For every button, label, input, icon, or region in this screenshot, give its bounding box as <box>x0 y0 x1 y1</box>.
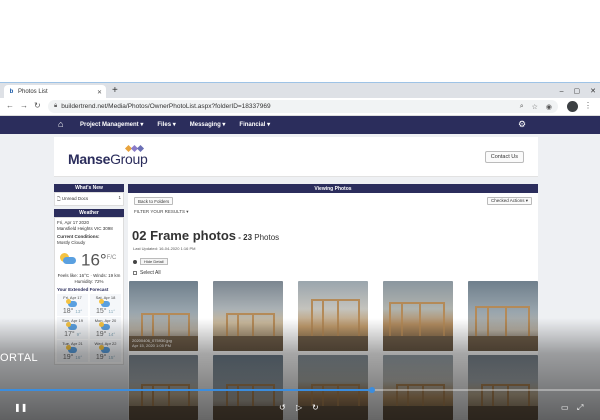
new-tab-button[interactable]: + <box>112 85 118 97</box>
select-all-label: Select All <box>140 270 161 276</box>
whats-new-count: 1 <box>118 195 121 200</box>
filter-results-toggle[interactable]: FILTER YOUR RESULTS ▾ <box>134 209 189 215</box>
partly-cloudy-icon <box>99 298 110 307</box>
buildertrend-favicon-icon: b <box>9 89 14 95</box>
nav-item-files[interactable]: Files ▾ <box>157 121 175 128</box>
select-all-checkbox[interactable] <box>133 271 137 275</box>
close-window-icon[interactable]: ✕ <box>590 87 596 95</box>
current-weather: 16°F/C <box>57 246 121 273</box>
browser-tab[interactable]: b Photos List ✕ <box>4 85 106 99</box>
star-icon[interactable]: ☆ <box>532 103 538 111</box>
home-icon[interactable]: ⌂ <box>58 119 63 129</box>
browser-toolbar: ← → ↻ 🔒︎ buildertrend.net/Media/Photos/O… <box>0 98 600 116</box>
nav-item-project-management[interactable]: Project Management ▾ <box>80 121 143 128</box>
reload-icon[interactable]: ↻ <box>34 101 41 110</box>
weather-header: Weather <box>54 209 124 217</box>
settings-gear-icon[interactable]: ⚙ <box>518 119 526 130</box>
app-nav-items: Project Management ▾ Files ▾ Messaging ▾… <box>80 121 270 128</box>
checked-actions-dropdown[interactable]: Checked Actions ▾ <box>486 197 532 205</box>
minimize-icon[interactable]: – <box>560 88 564 95</box>
nav-item-financial[interactable]: Financial ▾ <box>239 121 270 128</box>
profile-avatar-icon[interactable] <box>567 101 578 112</box>
forecast-title: Your Extended Forecast <box>57 286 109 292</box>
logo-text-rest: Group <box>110 151 148 167</box>
captions-icon[interactable]: ▭ <box>561 403 569 412</box>
whats-new-label: Unread Docs <box>61 196 89 201</box>
url-text: buildertrend.net/Media/Photos/OwnerPhoto… <box>61 103 271 110</box>
app-nav-bar: ⌂ Project Management ▾ Files ▾ Messaging… <box>0 116 600 134</box>
radio-icon <box>133 259 137 264</box>
fullscreen-icon[interactable]: ⤢ <box>577 403 583 413</box>
back-arrow-icon[interactable]: ← <box>6 101 14 110</box>
weather-details: Feels like: 16°C · Winds: 19 km <box>57 272 121 278</box>
forward-icon[interactable]: ↻ <box>312 403 319 412</box>
company-header: ManseGroup Contact Us <box>54 137 538 177</box>
close-tab-icon[interactable]: ✕ <box>97 89 102 96</box>
screen: b Photos List ✕ + – ▢ ✕ ← → ↻ 🔒︎ builder… <box>0 0 600 420</box>
forward-arrow-icon[interactable]: → <box>20 101 28 110</box>
weather-location: Mansfield Heights VIC 3098 <box>57 226 113 231</box>
photo-count: 23 <box>243 233 253 242</box>
browser-tab-bar: b Photos List ✕ + – ▢ ✕ <box>0 82 600 99</box>
partly-cloudy-icon <box>66 298 77 307</box>
forecast-day: Fri, Apr 17 18° 13° <box>57 293 88 316</box>
folder-title: 02 Frame photos - 23 Photos <box>132 228 280 243</box>
window-controls: – ▢ ✕ <box>560 83 596 99</box>
forecast-day-label: Sat, Apr 18 <box>95 294 116 300</box>
forecast-day-label: Fri, Apr 17 <box>63 294 82 300</box>
weather-humidity: Humidity: 72% <box>74 278 104 284</box>
play-icon[interactable]: ▷ <box>296 403 302 412</box>
tab-title: Photos List <box>18 89 48 95</box>
hide-detail-control[interactable]: Hide Detail <box>133 258 168 265</box>
logo-text-bold: Manse <box>68 151 111 167</box>
forecast-temps: 15° 11° <box>95 307 116 315</box>
progress-handle[interactable] <box>369 387 375 393</box>
video-progress-bar[interactable] <box>0 387 600 393</box>
browser-menu-icon[interactable]: ⋮ <box>584 101 592 110</box>
company-logo: ManseGroup <box>68 151 148 167</box>
progress-fill <box>0 389 372 391</box>
current-temp: 16°F/C <box>81 250 117 270</box>
address-bar[interactable]: 🔒︎ buildertrend.net/Media/Photos/OwnerPh… <box>48 100 558 113</box>
logo-diamond <box>136 144 145 153</box>
partly-cloudy-icon <box>59 253 77 265</box>
zoom-icon[interactable]: ⌕ <box>520 103 524 111</box>
lock-icon: 🔒︎ <box>54 103 58 109</box>
rewind-icon[interactable]: ↺ <box>279 403 286 412</box>
logo-diamonds-icon <box>124 144 145 153</box>
maximize-icon[interactable]: ▢ <box>574 87 581 95</box>
whats-new-header: What's New <box>54 184 124 192</box>
contact-us-button[interactable]: Contact Us <box>484 151 524 163</box>
forecast-day: Sat, Apr 18 15° 11° <box>90 293 121 316</box>
hide-detail-button[interactable]: Hide Detail <box>140 258 168 265</box>
select-all[interactable]: Select All <box>133 270 161 276</box>
viewing-photos-header: Viewing Photos <box>128 184 538 193</box>
document-icon: 🗋 <box>57 196 61 201</box>
video-caption-text: ORTAL <box>0 352 39 364</box>
pause-icon[interactable]: ❚❚ <box>14 403 27 412</box>
forecast-temps: 18° 13° <box>62 307 83 315</box>
extension-icon[interactable]: ◉ <box>546 103 552 111</box>
whats-new-item[interactable]: 🗋 Unread Docs 1 <box>54 192 124 206</box>
back-to-folders-button[interactable]: Back to Folders <box>134 197 174 205</box>
last-updated: Last Updated: 16-04-2020 1:16 PM <box>133 246 196 251</box>
nav-item-messaging[interactable]: Messaging ▾ <box>190 121 226 128</box>
